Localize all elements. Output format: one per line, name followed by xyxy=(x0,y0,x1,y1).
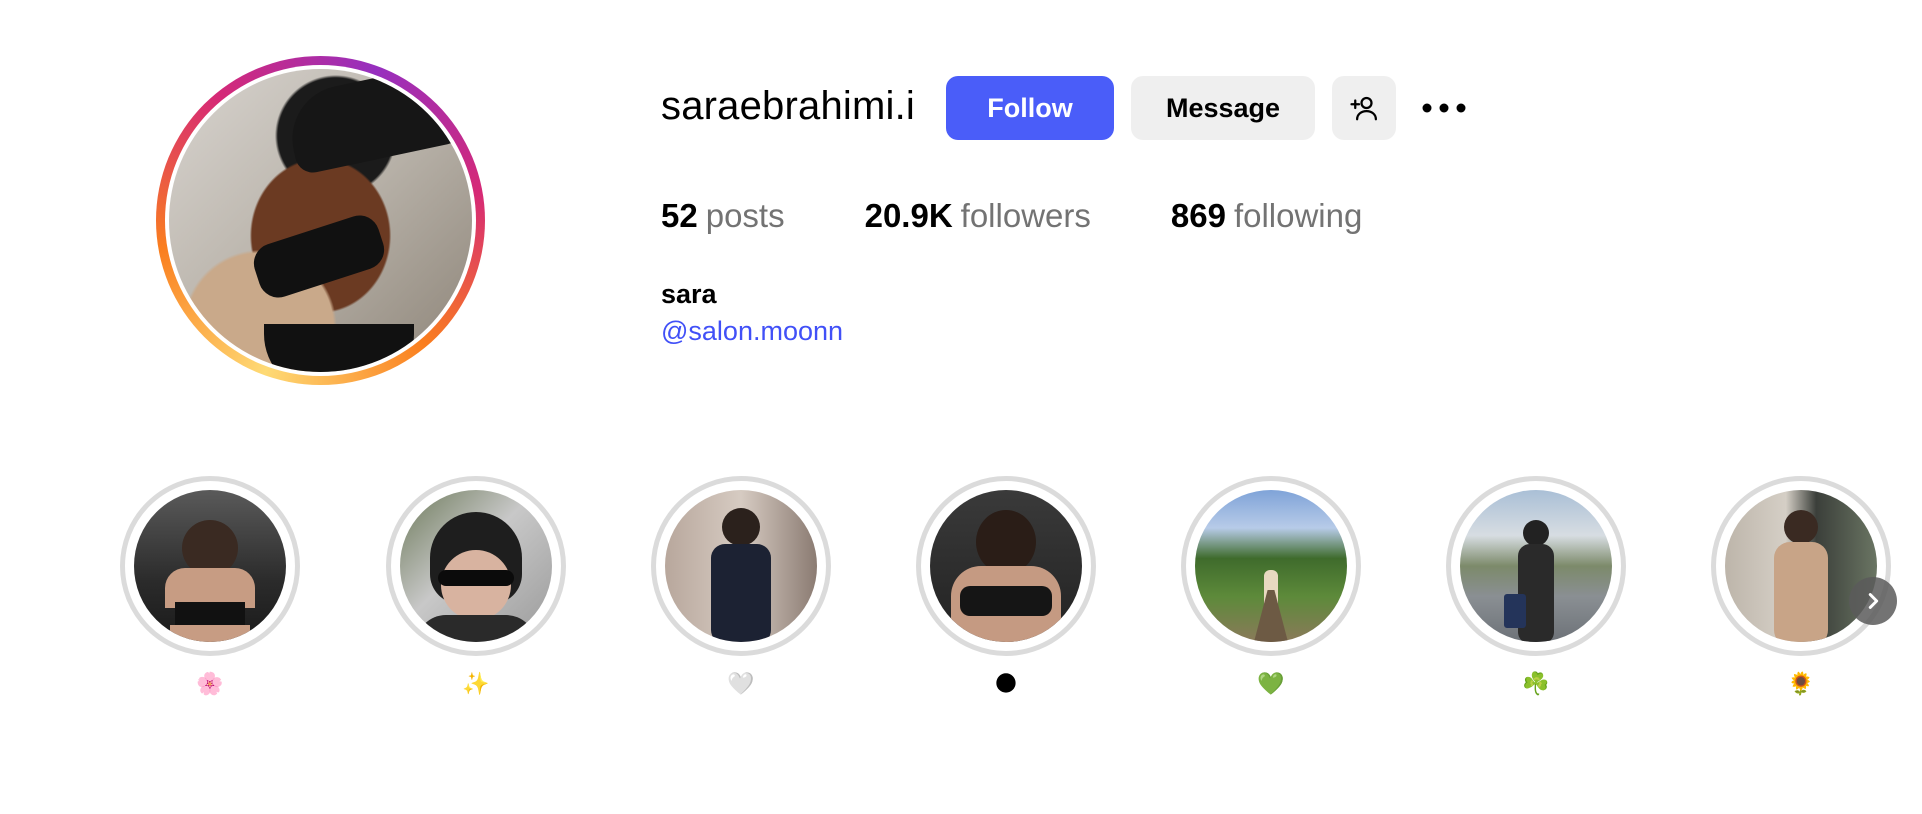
follow-button[interactable]: Follow xyxy=(946,76,1114,140)
story-highlight[interactable]: ✨ xyxy=(386,476,566,697)
profile-avatar[interactable] xyxy=(156,56,485,385)
add-user-button[interactable] xyxy=(1332,76,1396,140)
highlight-label: 🌻 xyxy=(1787,672,1815,697)
profile-username: saraebrahimi.i xyxy=(661,84,916,128)
highlight-ring xyxy=(651,476,831,656)
story-highlight[interactable]: ☘️ xyxy=(1446,476,1626,697)
highlight-photo xyxy=(930,490,1082,642)
chevron-right-icon xyxy=(1868,593,1879,609)
posts-label: posts xyxy=(705,197,785,234)
highlight-label: ✨ xyxy=(462,672,490,697)
highlight-ring xyxy=(1181,476,1361,656)
bio-mention-link[interactable]: @salon.moonn xyxy=(661,316,843,347)
highlight-label: 🌸 xyxy=(196,672,224,697)
highlight-photo xyxy=(1725,490,1877,642)
highlight-label: ☘️ xyxy=(1522,672,1550,697)
highlight-ring xyxy=(120,476,300,656)
story-highlight[interactable]: 🤍 xyxy=(651,476,831,697)
highlight-ring xyxy=(916,476,1096,656)
message-button[interactable]: Message xyxy=(1131,76,1315,140)
posts-stat: 52 posts xyxy=(661,197,785,235)
highlight-photo xyxy=(1460,490,1612,642)
avatar-photo-cap xyxy=(282,69,466,176)
highlight-photo xyxy=(400,490,552,642)
followers-count: 20.9K xyxy=(864,197,953,234)
highlights-next-button[interactable] xyxy=(1849,577,1897,625)
profile-stats: 52 posts 20.9K followers 869 following xyxy=(661,197,1442,235)
following-stat[interactable]: 869 following xyxy=(1171,197,1362,235)
avatar-photo xyxy=(169,69,472,372)
followers-label: followers xyxy=(960,197,1091,234)
followers-stat[interactable]: 20.9K followers xyxy=(865,197,1091,235)
more-options-button[interactable] xyxy=(1418,86,1470,130)
highlight-photo xyxy=(1195,490,1347,642)
avatar-inner xyxy=(165,65,476,376)
highlight-ring xyxy=(1446,476,1626,656)
highlight-ring xyxy=(1711,476,1891,656)
story-highlight[interactable]: 💚 xyxy=(1181,476,1361,697)
highlight-label: 💚 xyxy=(1257,672,1285,697)
avatar-photo-top xyxy=(248,210,390,303)
more-horizontal-icon xyxy=(1422,103,1466,113)
highlight-ring xyxy=(386,476,566,656)
highlight-photo xyxy=(665,490,817,642)
profile-full-name: sara xyxy=(661,279,717,309)
highlight-photo xyxy=(134,490,286,642)
posts-count: 52 xyxy=(661,197,698,234)
story-highlight[interactable]: 🌸 xyxy=(120,476,300,697)
highlight-label: 🤍 xyxy=(727,672,755,697)
person-add-icon xyxy=(1350,96,1377,121)
story-highlight[interactable]: 🌑 xyxy=(916,476,1096,697)
highlight-label: 🌑 xyxy=(994,672,1018,697)
following-count: 869 xyxy=(1170,197,1226,234)
avatar-photo-bottom xyxy=(264,324,414,372)
following-label: following xyxy=(1233,197,1363,234)
